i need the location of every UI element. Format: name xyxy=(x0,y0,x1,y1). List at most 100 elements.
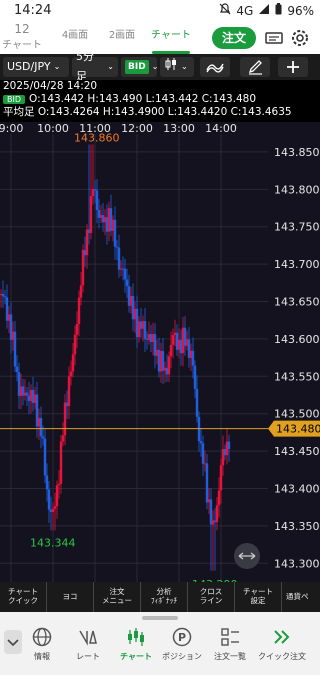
position-icon: P xyxy=(172,627,192,647)
indicator-button[interactable] xyxy=(200,57,230,77)
battery-level: 96% xyxy=(287,3,314,18)
ohlc-info: 2025/04/28 14:20 BID O:143.442 H:143.490 … xyxy=(0,80,320,122)
chevron-down-icon: ⌄ xyxy=(107,62,114,71)
svg-text:P: P xyxy=(178,631,186,644)
candle-body-up xyxy=(85,229,89,256)
candle-body-down xyxy=(43,438,47,476)
y-tick-label: 143.500 xyxy=(274,408,320,421)
candle-body-up xyxy=(89,196,93,233)
candle-body-down xyxy=(117,247,121,270)
tab-chart-12[interactable]: 12 チャート xyxy=(2,22,42,54)
candle-body-up xyxy=(219,465,223,491)
candle-body-up xyxy=(167,356,171,375)
tool-chart-settings[interactable]: チャート 設定 xyxy=(235,582,282,612)
order-list-icon xyxy=(221,628,239,646)
candle-body-up xyxy=(55,485,59,507)
candle-body-up xyxy=(73,334,77,355)
tab-2screen[interactable]: 2画面 xyxy=(102,22,142,54)
candle-body-down xyxy=(47,489,51,510)
average-ohlc: O:143.4264 H:143.4900 L:143.4420 C:143.4… xyxy=(37,106,292,118)
average-label: 平均足 xyxy=(3,106,35,118)
tool-analysis-fibonacci[interactable]: 分析 ﾌｨﾎﾞﾅｯﾁ xyxy=(141,582,188,612)
x-tick-label: 12:00 xyxy=(121,122,153,135)
candle-body-up xyxy=(51,508,55,513)
pair-select[interactable]: USD/JPY ⌄ xyxy=(3,57,69,77)
order-button[interactable]: 注文 xyxy=(212,27,256,49)
y-tick-label: 143.550 xyxy=(274,370,320,383)
y-tick-label: 143.600 xyxy=(274,333,320,346)
price-type-select[interactable]: BID ⌄ xyxy=(121,57,158,77)
tool-landscape[interactable]: ヨコ xyxy=(47,582,94,612)
candle-body-down xyxy=(123,268,127,280)
timeframe-select[interactable]: 5分足 ⌄ xyxy=(72,50,118,83)
bid-badge: BID xyxy=(3,95,26,104)
pencil-icon xyxy=(248,60,262,75)
price-chart[interactable]: 143.850 143.800 143.750 143.700 143.650 143.6… xyxy=(0,122,320,582)
y-tick-label: 143.700 xyxy=(274,258,320,271)
battery-icon xyxy=(275,3,282,18)
chart-type-select[interactable]: ⌄ xyxy=(160,57,194,77)
tool-chart-quick[interactable]: チャート クイック xyxy=(0,582,47,612)
info-datetime: 2025/04/28 14:20 xyxy=(3,80,98,92)
candle-body-up xyxy=(59,441,63,484)
plus-icon xyxy=(287,61,299,73)
nav-order-list[interactable]: 注文一覧 xyxy=(206,626,254,662)
candle-body-up xyxy=(79,285,83,298)
nav-rate[interactable]: レート xyxy=(64,626,112,662)
candle-body-up xyxy=(69,371,73,377)
candle-body-down xyxy=(201,443,205,464)
x-tick-label: 13:00 xyxy=(163,122,195,135)
candle-body-down xyxy=(195,388,199,417)
candle-body-down xyxy=(3,296,7,298)
nav-quick-order[interactable]: クイック注文 xyxy=(254,626,310,662)
candle-body-down xyxy=(45,475,49,490)
chart-canvas[interactable]: 143.850 143.800 143.750 143.700 143.650 143.6… xyxy=(0,122,320,582)
gear-icon[interactable] xyxy=(290,28,310,48)
tool-order-menu[interactable]: 注文 メニュー xyxy=(94,582,141,612)
candle-body-down xyxy=(161,351,165,371)
nav-position[interactable]: P ポジション xyxy=(158,626,206,662)
quick-order-icon xyxy=(274,630,290,644)
globe-icon xyxy=(32,627,52,647)
candle-body-up xyxy=(215,505,219,523)
candle-body-up xyxy=(169,344,173,357)
chart-toolbar: USD/JPY ⌄ 5分足 ⌄ BID ⌄ ⌄ xyxy=(0,50,320,83)
candle-body-down xyxy=(115,246,119,248)
signal-icon xyxy=(258,3,270,18)
candle-body-up xyxy=(77,297,81,325)
y-tick-label: 143.850 xyxy=(274,146,320,159)
y-tick-label: 143.750 xyxy=(274,221,320,234)
chevron-down-icon: ⌄ xyxy=(53,62,61,71)
candle-body-up xyxy=(57,483,61,486)
mute-icon xyxy=(219,3,231,18)
add-button[interactable] xyxy=(278,57,308,77)
candle-body-down xyxy=(227,441,231,450)
nav-chart[interactable]: チャート xyxy=(112,626,160,662)
status-time: 14:24 xyxy=(14,3,52,18)
candle-body-down xyxy=(193,365,197,389)
screen-icon[interactable] xyxy=(264,28,284,48)
low-price-label: 143.344 xyxy=(30,536,76,549)
candle-body-down xyxy=(95,190,99,210)
candle-body-down xyxy=(205,463,209,503)
candle-body-up xyxy=(81,249,85,286)
candle-body-up xyxy=(53,506,57,509)
candle-body-down xyxy=(143,321,147,339)
tool-cross-line[interactable]: クロス ライン xyxy=(188,582,235,612)
candle-body-up xyxy=(75,324,79,335)
draw-button[interactable] xyxy=(240,57,270,77)
candle-body-down xyxy=(13,331,17,367)
high-price-label: 143.860 xyxy=(74,131,120,144)
tab-chart[interactable]: チャート xyxy=(148,22,194,54)
tool-currency-pair[interactable]: 通貨ペ xyxy=(282,582,320,612)
drag-handle[interactable] xyxy=(142,616,178,620)
x-tick-label: 14:00 xyxy=(205,122,237,135)
expand-chart-button[interactable] xyxy=(234,543,260,569)
candle-body-down xyxy=(93,189,97,191)
x-tick-label: 10:00 xyxy=(37,122,69,135)
current-price-label: 143.480 xyxy=(276,423,320,436)
rate-icon xyxy=(79,630,97,646)
nav-info[interactable]: 情報 xyxy=(18,626,66,662)
candle-body-up xyxy=(67,376,71,407)
y-tick-label: 143.800 xyxy=(274,183,320,196)
